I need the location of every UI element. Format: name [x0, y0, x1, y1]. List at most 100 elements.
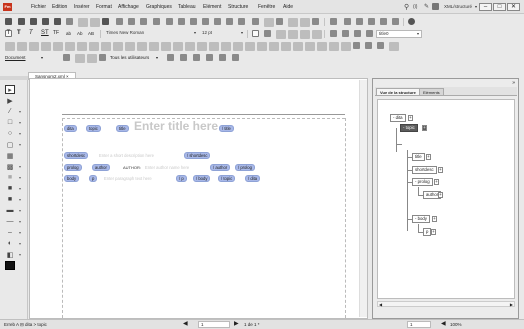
align-center-icon[interactable]: [342, 30, 349, 37]
horizontal-scrollbar[interactable]: ◀ ▶: [377, 301, 515, 307]
workspace-icon[interactable]: [432, 3, 439, 10]
subscript-icon[interactable]: [288, 30, 298, 39]
open-icon[interactable]: [18, 18, 25, 25]
overprint-icon[interactable]: ◧ ▾: [5, 250, 21, 259]
tag-title-end[interactable]: / title: [219, 125, 234, 132]
scroll-left-icon[interactable]: ◀: [379, 302, 382, 307]
ellipse-tool-icon[interactable]: ○ ▾: [5, 129, 21, 138]
anchor-frame-icon[interactable]: [329, 42, 339, 51]
tag-title[interactable]: title: [116, 125, 129, 132]
preview-final-icon[interactable]: [219, 54, 226, 61]
table-insert-icon[interactable]: [5, 42, 15, 51]
chevron-down-icon[interactable]: ▾: [475, 4, 477, 9]
front-icon[interactable]: [209, 42, 219, 51]
structure-view-icon[interactable]: [368, 18, 375, 25]
structure-tree[interactable]: - dita + - topic + title + shortdesc + -…: [377, 99, 515, 299]
tag-author[interactable]: author: [92, 164, 110, 171]
paste-icon[interactable]: [102, 18, 109, 25]
menu-tableau[interactable]: Tableau: [178, 4, 196, 10]
smooth-icon[interactable]: [257, 42, 267, 51]
close-button[interactable]: ✕: [507, 3, 520, 11]
scroll-right-icon[interactable]: ▶: [510, 302, 513, 307]
row-above-icon[interactable]: [17, 42, 27, 51]
group-icon[interactable]: [185, 42, 195, 51]
add-child-icon[interactable]: +: [432, 216, 437, 222]
tag-dita[interactable]: dita: [64, 125, 77, 132]
undo-icon[interactable]: [116, 18, 123, 25]
reshape-icon[interactable]: [269, 42, 279, 51]
tree-node-shortdesc[interactable]: shortdesc: [412, 166, 437, 174]
grid-tool-icon[interactable]: ▦: [5, 151, 15, 160]
search-icon[interactable]: ⚲: [404, 3, 409, 11]
merge-icon[interactable]: [65, 42, 75, 51]
uppercase-button[interactable]: AB: [88, 31, 94, 36]
panel-menu-icon[interactable]: »: [512, 80, 515, 86]
font-family-select[interactable]: Times New Roman ▾: [104, 30, 198, 38]
menu-fichier[interactable]: Fichier: [31, 4, 46, 10]
zoom-out-icon[interactable]: ◀: [441, 320, 446, 329]
zoom-step-field[interactable]: 1: [407, 321, 431, 328]
color-tool-icon[interactable]: ■ ▾: [5, 195, 21, 204]
anchor-icon[interactable]: [214, 18, 221, 25]
zoom-icon[interactable]: [140, 18, 147, 25]
toc-icon[interactable]: [389, 42, 399, 51]
tree-node-dita[interactable]: - dita: [390, 114, 406, 122]
align-left-icon[interactable]: [330, 30, 337, 37]
underline-button[interactable]: ST: [41, 30, 49, 36]
equation-icon[interactable]: [353, 42, 360, 49]
overline-icon[interactable]: [312, 30, 322, 39]
align-bottom-icon[interactable]: [149, 42, 159, 51]
flip-icon[interactable]: [173, 42, 183, 51]
tint-icon[interactable]: ◐ ▾: [5, 239, 21, 248]
variable-icon[interactable]: [264, 18, 274, 27]
capitalize-button[interactable]: Ab: [77, 31, 83, 36]
tab-structure-view[interactable]: Vue de la structure: [376, 88, 420, 95]
format-change-icon[interactable]: [206, 54, 213, 61]
menu-aide[interactable]: Aide: [283, 4, 293, 10]
add-child-icon[interactable]: +: [438, 167, 443, 173]
lowercase-button[interactable]: ab: [66, 31, 71, 36]
add-child-icon[interactable]: +: [438, 192, 443, 198]
align-objects-icon[interactable]: [245, 42, 255, 51]
pointer-button[interactable]: [252, 30, 259, 37]
add-child-icon[interactable]: +: [434, 179, 439, 185]
users-filter[interactable]: Tous les utilisateurs: [110, 55, 149, 60]
pattern-tool-icon[interactable]: ▩ ▾: [5, 162, 21, 171]
char-format-icon[interactable]: [264, 30, 271, 37]
graphics-icon[interactable]: [190, 18, 197, 25]
index-icon[interactable]: [377, 42, 384, 49]
select-tool-icon[interactable]: ▸: [5, 85, 15, 94]
straddle-icon[interactable]: [89, 42, 99, 51]
author-placeholder[interactable]: Enter author name here: [145, 165, 189, 170]
add-child-icon[interactable]: +: [426, 154, 431, 160]
tree-node-prolog[interactable]: - prolog: [412, 178, 433, 186]
color-swatch-icon[interactable]: [5, 261, 15, 270]
tag-prolog[interactable]: prolog: [64, 164, 82, 171]
xref-icon[interactable]: [276, 18, 283, 25]
tag-topic[interactable]: topic: [86, 125, 101, 132]
align-top-icon[interactable]: [125, 42, 135, 51]
insert-change-icon[interactable]: [180, 54, 187, 61]
first-page-icon[interactable]: ◀: [183, 320, 188, 329]
copy-icon[interactable]: [90, 18, 100, 27]
paragraph-style-select[interactable]: title0 ▾: [376, 30, 422, 38]
print-icon[interactable]: [54, 18, 61, 25]
chart-icon[interactable]: [202, 18, 209, 25]
link-icon[interactable]: [226, 18, 233, 25]
snap-icon[interactable]: [293, 42, 303, 51]
page-number-field[interactable]: 1: [198, 321, 230, 328]
new-doc-icon[interactable]: [5, 18, 12, 25]
menu-structure[interactable]: Structure: [228, 4, 248, 10]
text-tool-icon[interactable]: ▢ ▾: [5, 140, 21, 149]
font-size-select[interactable]: 12 pt ▾: [200, 30, 245, 38]
line-width-icon[interactable]: ▬ ▾: [5, 206, 22, 215]
help-icon[interactable]: (i): [413, 4, 417, 10]
prev-change-icon[interactable]: [87, 54, 97, 63]
dash-icon[interactable]: – ▾: [5, 228, 21, 237]
add-child-icon[interactable]: +: [408, 115, 413, 121]
line-end-icon[interactable]: — ▾: [5, 217, 22, 226]
align-middle-icon[interactable]: [137, 42, 147, 51]
chevron-down-icon[interactable]: ▾: [156, 55, 158, 60]
map-icon[interactable]: [356, 18, 363, 25]
bold-button[interactable]: T: [17, 30, 21, 36]
